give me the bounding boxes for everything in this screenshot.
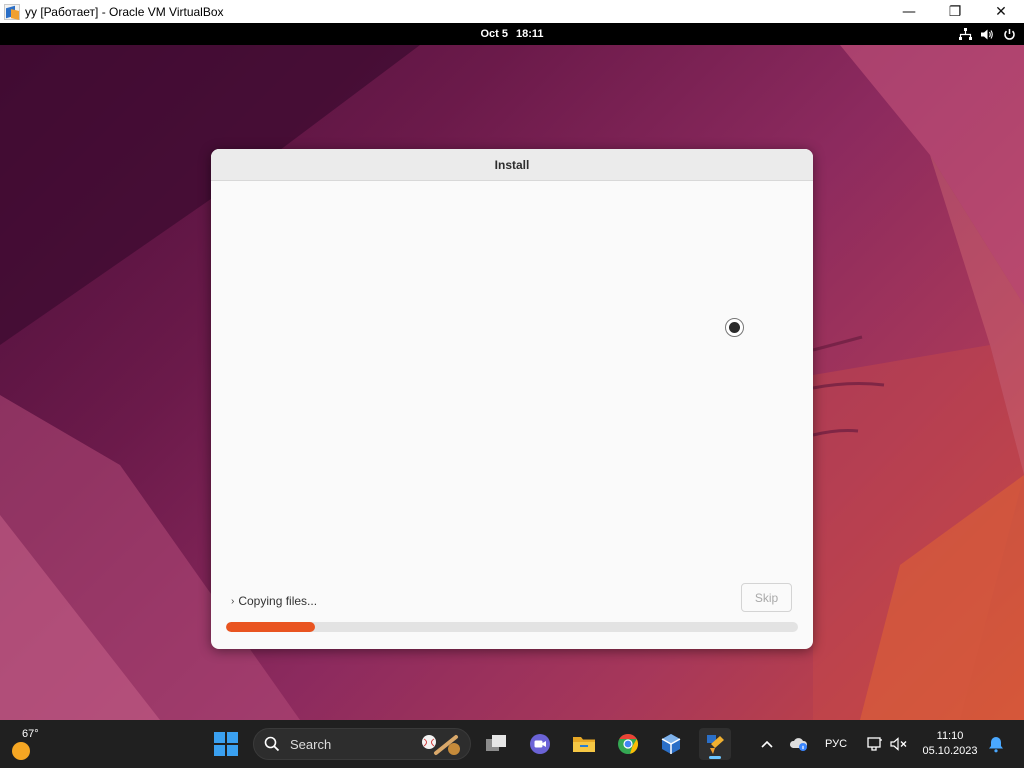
virtualbox-vm-icon bbox=[707, 735, 724, 754]
search-icon bbox=[264, 736, 280, 752]
file-explorer-button[interactable] bbox=[568, 728, 600, 760]
bell-icon bbox=[989, 737, 1003, 753]
dialog-title-bar[interactable]: Install bbox=[211, 149, 813, 181]
gnome-clock[interactable]: Oct 5 18:11 bbox=[0, 23, 1024, 45]
teams-chat-button[interactable] bbox=[524, 728, 556, 760]
virtualbox-cube-icon bbox=[661, 734, 681, 754]
clock-date: 05.10.2023 bbox=[922, 745, 978, 757]
taskbar-clock[interactable]: 11:10 05.10.2023 bbox=[918, 729, 982, 759]
windows-start-icon[interactable] bbox=[214, 732, 238, 756]
gnome-time: 18:11 bbox=[515, 28, 544, 40]
volume-status-button[interactable] bbox=[889, 734, 909, 754]
taskbar-search[interactable]: Search bbox=[253, 728, 471, 760]
weather-widget[interactable]: 67° bbox=[10, 728, 44, 760]
status-expander[interactable]: › Copying files... bbox=[231, 594, 317, 608]
virtualbox-title-bar[interactable]: yy [Работает] - Oracle VM VirtualBox — ❐… bbox=[0, 0, 1024, 23]
power-icon bbox=[1002, 27, 1016, 41]
notifications-button[interactable] bbox=[986, 734, 1006, 754]
chevron-right-icon: › bbox=[231, 595, 235, 607]
chat-icon bbox=[530, 734, 550, 754]
network-icon bbox=[958, 27, 972, 41]
dialog-title: Install bbox=[494, 157, 530, 172]
volume-icon bbox=[980, 27, 994, 41]
window-title: yy [Работает] - Oracle VM VirtualBox bbox=[25, 4, 224, 19]
task-view-icon bbox=[486, 735, 506, 751]
virtualbox-app-icon[interactable] bbox=[4, 3, 20, 20]
cloud-info-icon bbox=[789, 738, 808, 751]
install-progress-fill bbox=[226, 622, 315, 632]
task-view-button[interactable] bbox=[480, 728, 512, 760]
onedrive-status-button[interactable] bbox=[789, 734, 809, 754]
ethernet-icon bbox=[867, 737, 882, 751]
gnome-top-bar: Oct 5 18:11 bbox=[0, 23, 1024, 45]
chrome-button[interactable] bbox=[612, 728, 644, 760]
virtualbox-vm-button[interactable] bbox=[699, 728, 731, 760]
close-icon: ✕ bbox=[995, 3, 1007, 20]
search-label: Search bbox=[290, 736, 332, 752]
minimize-icon: — bbox=[902, 3, 916, 20]
show-hidden-icons-button[interactable] bbox=[757, 734, 777, 754]
skip-button[interactable]: Skip bbox=[741, 583, 792, 612]
virtualbox-manager-button[interactable] bbox=[655, 728, 687, 760]
input-language[interactable]: РУС bbox=[825, 738, 847, 750]
busy-cursor-icon bbox=[725, 318, 744, 337]
gnome-system-tray[interactable] bbox=[958, 26, 1016, 42]
minimize-button[interactable]: — bbox=[886, 0, 932, 23]
install-progress-bar bbox=[226, 622, 798, 632]
skip-label: Skip bbox=[754, 590, 779, 605]
status-text: Copying files... bbox=[238, 594, 318, 608]
restore-button[interactable]: ❐ bbox=[932, 0, 978, 23]
chevron-up-icon bbox=[761, 740, 773, 748]
search-highlight-icon bbox=[422, 735, 460, 755]
weather-temperature: 67° bbox=[22, 728, 39, 740]
restore-icon: ❐ bbox=[948, 3, 962, 20]
folder-icon bbox=[573, 737, 595, 752]
clock-time: 11:10 bbox=[936, 730, 964, 742]
chrome-icon bbox=[618, 733, 639, 754]
close-button[interactable]: ✕ bbox=[978, 0, 1024, 23]
install-dialog: Install › Copying files... Skip bbox=[211, 149, 813, 649]
volume-muted-icon bbox=[890, 737, 907, 751]
network-status-button[interactable] bbox=[865, 734, 885, 754]
weather-sun-icon bbox=[12, 742, 30, 760]
active-app-indicator bbox=[709, 756, 721, 759]
windows-taskbar: 67° Search РУС 11:10 05.10.2023 bbox=[0, 720, 1024, 768]
gnome-date: Oct 5 bbox=[480, 28, 508, 40]
